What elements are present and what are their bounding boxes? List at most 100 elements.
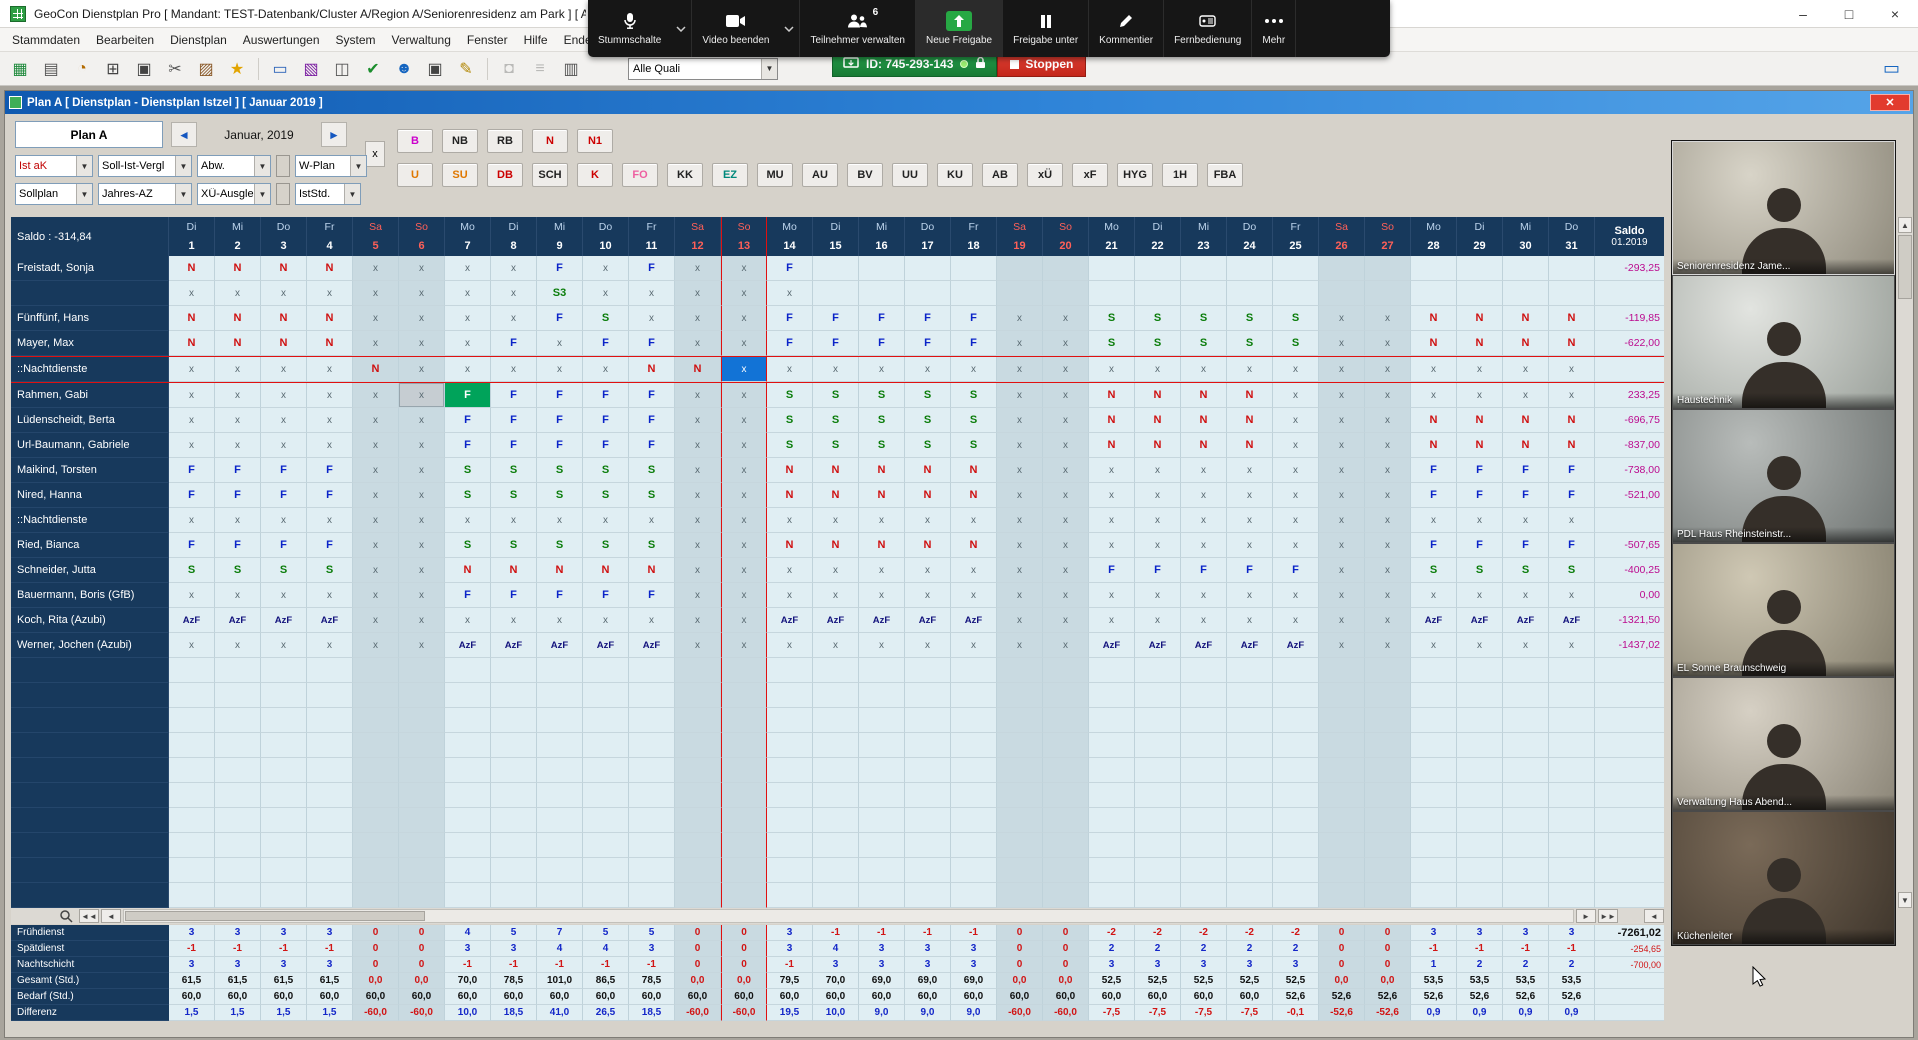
grid-cell[interactable] <box>1457 883 1503 908</box>
grid-cell[interactable]: x <box>629 508 675 533</box>
grid-cell[interactable]: F <box>1457 533 1503 558</box>
grid-cell[interactable]: N <box>1181 383 1227 408</box>
grid-cell[interactable] <box>1319 783 1365 808</box>
grid-cell[interactable] <box>1549 758 1595 783</box>
grid-cell[interactable] <box>1503 733 1549 758</box>
grid-cell[interactable]: S <box>491 483 537 508</box>
grid-cell[interactable] <box>1227 683 1273 708</box>
grid-cell[interactable] <box>951 733 997 758</box>
legend-b-button[interactable]: B <box>397 129 433 153</box>
grid-cell[interactable] <box>169 883 215 908</box>
chart-icon[interactable]: ▧ <box>297 56 325 82</box>
plan-icon[interactable]: ▦ <box>6 56 34 82</box>
grid-cell[interactable]: F <box>215 533 261 558</box>
grid-cell[interactable]: F <box>491 331 537 356</box>
grid-cell[interactable] <box>997 858 1043 883</box>
legend-ab-button[interactable]: AB <box>982 163 1018 187</box>
grid-cell[interactable]: x <box>1365 306 1411 331</box>
grid-cell[interactable] <box>905 256 951 281</box>
grid-cell[interactable]: x <box>353 331 399 356</box>
grid-cell[interactable]: x <box>1135 608 1181 633</box>
grid-cell[interactable]: x <box>1135 357 1181 382</box>
grid-cell[interactable]: S <box>951 383 997 408</box>
grid-cell[interactable]: S <box>813 433 859 458</box>
grid-cell[interactable] <box>537 708 583 733</box>
grid-cell[interactable]: x <box>491 357 537 382</box>
grid-cell[interactable] <box>1135 708 1181 733</box>
grid-cell[interactable]: x <box>1365 483 1411 508</box>
grid-cell[interactable] <box>859 758 905 783</box>
grid-cell[interactable]: x <box>997 508 1043 533</box>
grid-cell[interactable]: N <box>583 558 629 583</box>
grid-cell[interactable] <box>1227 733 1273 758</box>
grid-cell[interactable]: F <box>583 331 629 356</box>
legend-fba-button[interactable]: FBA <box>1207 163 1243 187</box>
grid-cell[interactable]: S <box>859 433 905 458</box>
grid-cell[interactable] <box>1181 733 1227 758</box>
menu-item-auswertungen[interactable]: Auswertungen <box>235 30 328 50</box>
grid-cell[interactable] <box>169 733 215 758</box>
grid-cell[interactable]: x <box>629 306 675 331</box>
grid-cell[interactable]: F <box>859 306 905 331</box>
grid-cell[interactable] <box>721 808 767 833</box>
grid-cell[interactable]: x <box>721 281 767 306</box>
grid-cell[interactable] <box>1549 833 1595 858</box>
grid-cell[interactable]: x <box>1549 383 1595 408</box>
grid-cell[interactable]: x <box>1227 483 1273 508</box>
grid-cell[interactable]: x <box>1273 583 1319 608</box>
scroll-right-button[interactable]: ► <box>1576 909 1596 923</box>
grid-cell[interactable]: N <box>215 331 261 356</box>
employee-name[interactable] <box>11 708 169 733</box>
meeting-participants-button[interactable]: 6Teilnehmer verwalten <box>800 0 915 57</box>
grid-cell[interactable]: x <box>1227 533 1273 558</box>
grid-cell[interactable]: x <box>1135 533 1181 558</box>
grid-cell[interactable]: x <box>1043 408 1089 433</box>
grid-cell[interactable]: F <box>629 383 675 408</box>
grid-cell[interactable] <box>491 883 537 908</box>
grid-cell[interactable]: x <box>353 633 399 658</box>
grid-cell[interactable]: S <box>813 408 859 433</box>
employee-name[interactable]: Freistadt, Sonja <box>11 256 169 281</box>
grid-cell[interactable]: N <box>675 357 721 382</box>
grid-cell[interactable]: S <box>905 433 951 458</box>
grid-cell[interactable] <box>1503 256 1549 281</box>
grid-cell[interactable] <box>353 708 399 733</box>
scissors-icon[interactable]: ✂ <box>161 56 189 82</box>
grid-cell[interactable]: S <box>1503 558 1549 583</box>
hscroll-thumb[interactable] <box>125 911 425 921</box>
filter-mini-button[interactable] <box>276 183 290 205</box>
grid-cell[interactable]: S <box>813 383 859 408</box>
grid-cell[interactable]: N <box>261 256 307 281</box>
grid-cell[interactable] <box>629 708 675 733</box>
grid-cell[interactable]: x <box>905 558 951 583</box>
grid-cell[interactable] <box>1227 883 1273 908</box>
grid-cell[interactable] <box>1043 858 1089 883</box>
grid-cell[interactable]: x <box>1549 508 1595 533</box>
printer-plus-icon[interactable]: ⊞ <box>99 56 127 82</box>
grid-cell[interactable]: x <box>721 608 767 633</box>
grid-cell[interactable]: x <box>859 583 905 608</box>
grid-cell[interactable] <box>629 808 675 833</box>
user-icon[interactable]: ☻ <box>390 56 418 82</box>
employee-name[interactable] <box>11 683 169 708</box>
grid-cell[interactable]: x <box>905 583 951 608</box>
grid-cell[interactable]: F <box>215 458 261 483</box>
grid-cell[interactable]: x <box>1319 433 1365 458</box>
clock-icon[interactable]: ◔ <box>68 56 96 82</box>
grid-cell[interactable]: S <box>951 408 997 433</box>
grid-cell[interactable]: x <box>1089 608 1135 633</box>
grid-cell[interactable]: S <box>1227 331 1273 356</box>
grid-cell[interactable] <box>1319 858 1365 883</box>
grid-cell[interactable] <box>905 281 951 306</box>
grid-cell[interactable]: S <box>445 458 491 483</box>
grid-cell[interactable] <box>491 733 537 758</box>
grid-cell[interactable]: F <box>491 408 537 433</box>
grid-cell[interactable]: x <box>813 583 859 608</box>
grid-cell[interactable]: N <box>1457 331 1503 356</box>
employee-name[interactable]: ::Nachtdienste <box>11 357 169 382</box>
grid-cell[interactable]: S <box>491 458 537 483</box>
grid-cell[interactable]: x <box>1457 383 1503 408</box>
grid-cell[interactable] <box>399 733 445 758</box>
grid-cell[interactable]: x <box>1181 357 1227 382</box>
meeting-new-share-button[interactable]: Neue Freigabe <box>916 0 1002 57</box>
